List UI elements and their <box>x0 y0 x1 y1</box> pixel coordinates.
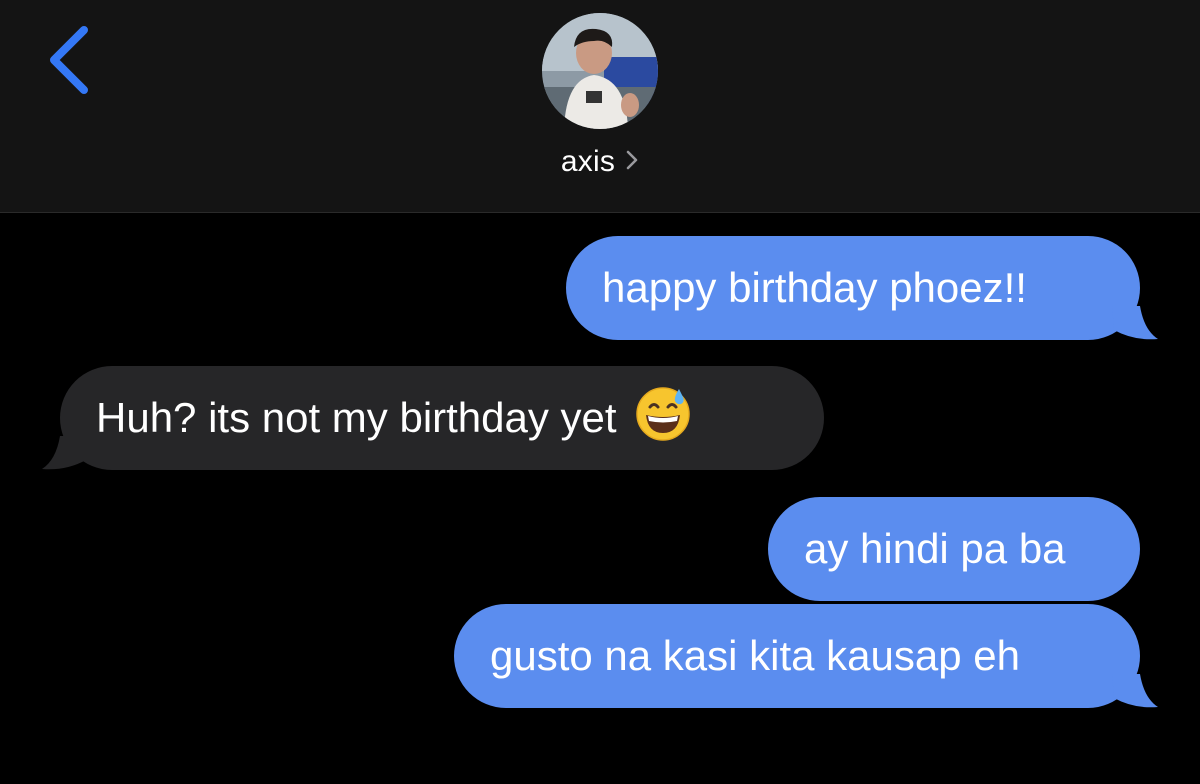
chevron-right-icon <box>625 149 639 176</box>
grinning-face-with-sweat-icon <box>635 385 691 451</box>
bubble-tail <box>42 436 88 470</box>
message-bubble-sent[interactable]: happy birthday phoez!! <box>566 236 1140 340</box>
message-bubble-sent[interactable]: ay hindi pa ba <box>768 497 1140 601</box>
avatar[interactable] <box>542 13 658 129</box>
contact-name-row[interactable]: axis <box>0 140 1200 184</box>
avatar-photo <box>542 13 658 129</box>
message-text: gusto na kasi kita kausap eh <box>490 632 1021 679</box>
back-button[interactable] <box>40 22 96 98</box>
message-text: ay hindi pa ba <box>804 525 1066 572</box>
chevron-left-icon <box>50 26 88 94</box>
message-bubble-received[interactable]: Huh? its not my birthday yet <box>60 366 824 470</box>
bubble-tail <box>1112 306 1158 340</box>
bubble-tail <box>1112 674 1158 708</box>
message-bubble-sent[interactable]: gusto na kasi kita kausap eh <box>454 604 1140 708</box>
message-text: happy birthday phoez!! <box>602 264 1027 311</box>
conversation-header: axis <box>0 0 1200 213</box>
contact-name: axis <box>560 145 616 178</box>
message-text: Huh? its not my birthday yet <box>96 394 617 441</box>
